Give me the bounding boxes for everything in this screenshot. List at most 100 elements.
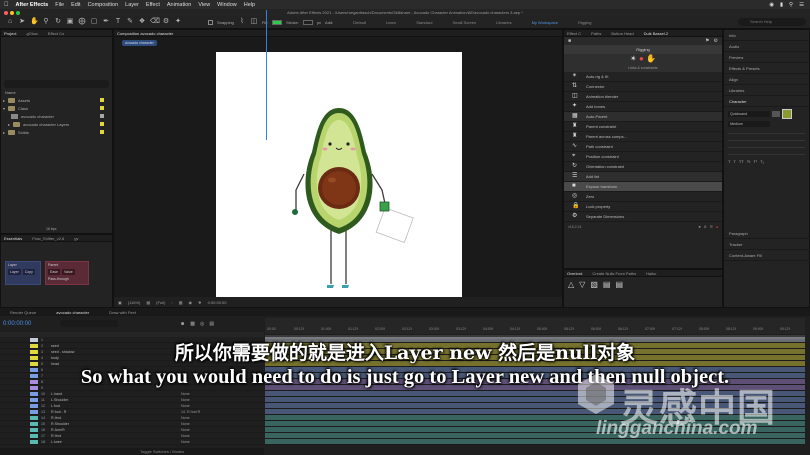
- timeline-timecode[interactable]: 0:00:00:00: [3, 321, 31, 327]
- font-style-dropdown[interactable]: Medium: [728, 121, 770, 127]
- project-item[interactable]: ▸ Solids: [3, 128, 110, 136]
- transparency-icon[interactable]: ▩: [179, 300, 183, 305]
- tab-duik[interactable]: Duik Bassel.2: [644, 31, 668, 36]
- brush-tool-icon[interactable]: ✎: [126, 18, 134, 26]
- download-icon[interactable]: ▽: [579, 280, 585, 289]
- duik-footer-icon-b[interactable]: ⚙: [704, 225, 707, 229]
- duik-tools-icon[interactable]: ⚑: [705, 38, 709, 44]
- panel-libraries[interactable]: Libraries: [724, 85, 809, 96]
- layer-label-color[interactable]: [30, 421, 38, 426]
- control-center-icon[interactable]: ☰: [799, 2, 804, 8]
- tab-composition[interactable]: Composition avocado character: [117, 31, 173, 36]
- color-icon[interactable]: ❖: [198, 300, 202, 305]
- quality-dropdown[interactable]: (Full): [156, 300, 165, 305]
- kerning-row[interactable]: [728, 137, 805, 141]
- pen-tool-icon[interactable]: ✒: [102, 18, 110, 26]
- duik-footer-icon-d[interactable]: ●: [716, 225, 718, 229]
- align-icon[interactable]: ◫: [250, 18, 258, 26]
- rectangle-tool-icon[interactable]: ▢: [90, 18, 98, 26]
- menu-app-name[interactable]: After Effects: [16, 2, 49, 8]
- tab-glow[interactable]: gOlow: [26, 31, 37, 36]
- project-search-input[interactable]: [4, 80, 109, 88]
- home-icon[interactable]: ⌂: [6, 18, 14, 26]
- faux-bold-icon[interactable]: T: [728, 159, 730, 164]
- duik-item[interactable]: ♜ Parent across comps...: [564, 132, 722, 142]
- panel-preview[interactable]: Preview: [724, 52, 809, 63]
- menu-edit[interactable]: Edit: [71, 2, 80, 8]
- layer-parent[interactable]: None: [181, 416, 190, 420]
- hand-icon[interactable]: ✋: [646, 54, 656, 63]
- layer-name[interactable]: R.foot - R: [51, 410, 111, 414]
- layer-label-color[interactable]: [30, 397, 38, 402]
- menu-effect[interactable]: Effect: [146, 2, 160, 8]
- region-icon[interactable]: ▫: [171, 300, 172, 305]
- tab-effect-controls[interactable]: Effect Co: [48, 31, 64, 36]
- all-caps-icon[interactable]: TT: [739, 159, 744, 164]
- duik-item[interactable]: ☰ Add list: [564, 172, 722, 182]
- duik-item[interactable]: ◎ Zero: [564, 192, 722, 202]
- panel-tracker[interactable]: Tracker: [724, 239, 810, 250]
- layers-icon[interactable]: ▤: [603, 280, 611, 289]
- tab-effect[interactable]: Effect C: [567, 31, 581, 36]
- panel-effects-presets[interactable]: Effects & Presets: [724, 63, 809, 74]
- timeline-footer[interactable]: Toggle Switches / Modes: [0, 448, 264, 455]
- panel-paragraph[interactable]: Paragraph: [724, 228, 810, 239]
- panel-info[interactable]: Info: [724, 30, 809, 41]
- zoom-window-icon[interactable]: [16, 10, 20, 15]
- layer-name[interactable]: R.Shoulder: [51, 422, 111, 426]
- search-icon[interactable]: ⚲: [789, 2, 793, 8]
- layer-name[interactable]: L.foot: [51, 404, 111, 408]
- pan-behind-tool-icon[interactable]: ⨁: [78, 18, 86, 26]
- rotate-tool-icon[interactable]: ↻: [54, 18, 62, 26]
- duik-item[interactable]: ⇅ Connector: [564, 82, 722, 92]
- duik-menu-icon[interactable]: ■: [568, 38, 571, 44]
- duik-item[interactable]: ✴ Auto-rig & IK: [564, 72, 722, 82]
- motion-blur-icon[interactable]: ◎: [200, 321, 204, 327]
- project-item[interactable]: ▾ Class: [3, 104, 110, 112]
- layer-button[interactable]: Layer: [8, 269, 21, 275]
- comp-timecode[interactable]: 0:00:00:00: [208, 300, 227, 305]
- hand-tool-icon[interactable]: ✋: [30, 18, 39, 26]
- tab-gv[interactable]: gv: [74, 236, 78, 241]
- layer-parent[interactable]: 14. R.hnd R: [181, 410, 200, 414]
- layer-parent[interactable]: None: [181, 392, 190, 396]
- tab-create-nulls[interactable]: Create Nulls From Paths: [592, 271, 636, 276]
- menu-window[interactable]: Window: [217, 2, 237, 8]
- tab-essentials[interactable]: Essentials: [4, 236, 22, 241]
- tab-haiku[interactable]: Haiku: [646, 271, 656, 276]
- small-caps-icon[interactable]: Tt: [747, 159, 751, 164]
- fill-swatch[interactable]: [272, 19, 283, 25]
- pair-icon[interactable]: ▧: [590, 280, 598, 289]
- eraser-tool-icon[interactable]: ⌫: [150, 18, 160, 26]
- scale-row[interactable]: [728, 151, 805, 155]
- duik-item[interactable]: ∿ Path constraint: [564, 142, 722, 152]
- layer-label-color[interactable]: [30, 415, 38, 420]
- duik-item[interactable]: 🔒 Lock property: [564, 202, 722, 212]
- layer-name[interactable]: L.Shoulder: [51, 398, 111, 402]
- layer-parent[interactable]: None: [181, 404, 190, 408]
- layer-parent[interactable]: None: [181, 440, 190, 444]
- stroke-row[interactable]: [728, 144, 805, 148]
- project-item[interactable]: ▸ avocado character Layers: [3, 120, 110, 128]
- bit-depth[interactable]: 16 bpc: [46, 227, 57, 231]
- duik-item[interactable]: ↻ Orientation constraint: [564, 162, 722, 172]
- camera-snapshot-icon[interactable]: ◉: [188, 300, 192, 305]
- menu-animation[interactable]: Animation: [167, 2, 191, 8]
- layer-search-input[interactable]: [60, 320, 118, 327]
- time-ruler[interactable]: 00:00 00:12f 01:00f 01:12f 02:00f 02:12f 03:00…: [265, 318, 805, 334]
- link-icon[interactable]: ●: [639, 54, 644, 63]
- selection-tool-icon[interactable]: ➤: [18, 18, 26, 26]
- add-label[interactable]: Add:: [325, 20, 333, 25]
- panel-character[interactable]: Character: [724, 96, 809, 107]
- workspace-learn[interactable]: Learn: [386, 20, 396, 25]
- workspace-small-screen[interactable]: Small Screen: [452, 20, 476, 25]
- tab-paths[interactable]: Paths: [591, 31, 601, 36]
- subscript-icon[interactable]: T₁: [760, 159, 764, 164]
- duik-item[interactable]: ◫ Animation blender: [564, 92, 722, 102]
- font-family-dropdown[interactable]: Quicksand: [728, 111, 770, 117]
- wifi-icon[interactable]: ◉: [769, 2, 774, 8]
- bone-icon[interactable]: ✴: [630, 54, 637, 63]
- layer-label-color[interactable]: [30, 391, 38, 396]
- layer-label-color[interactable]: [30, 439, 38, 444]
- comp-canvas[interactable]: [216, 52, 462, 298]
